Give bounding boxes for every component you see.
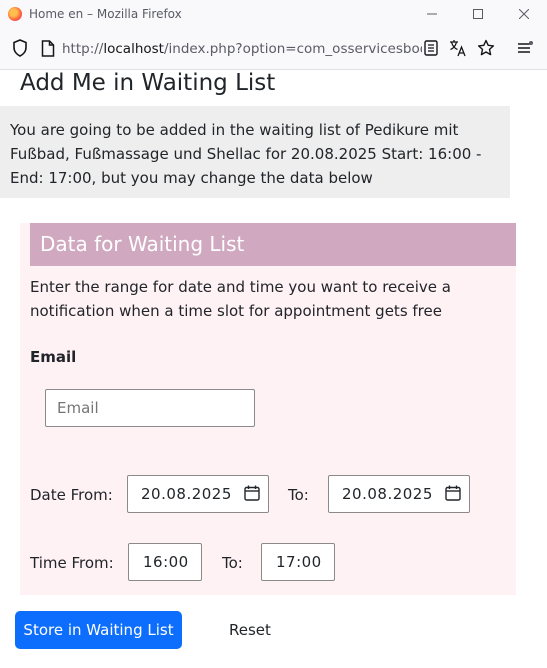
reset-button[interactable]: Reset	[229, 611, 271, 649]
translate-icon[interactable]	[448, 38, 468, 58]
menu-hamburger-icon[interactable]	[515, 38, 535, 58]
time-from-value: 16:00	[143, 553, 189, 571]
calendar-icon[interactable]	[445, 485, 461, 501]
window-controls	[409, 0, 547, 27]
minimize-button[interactable]	[409, 0, 455, 27]
time-from-label: Time From:	[30, 554, 114, 572]
page-info-icon[interactable]	[38, 38, 58, 58]
close-icon	[519, 8, 529, 19]
minimize-icon	[427, 13, 437, 14]
email-input[interactable]: Email	[45, 389, 255, 427]
url-host: localhost	[103, 41, 164, 57]
reader-view-icon[interactable]	[421, 38, 441, 58]
time-to-value: 17:00	[276, 553, 322, 571]
email-label: Email	[30, 348, 77, 366]
time-to-label: To:	[222, 554, 243, 572]
time-from-input[interactable]: 16:00	[128, 543, 202, 581]
window-titlebar: Home en – Mozilla Firefox	[0, 0, 547, 27]
calendar-icon[interactable]	[244, 485, 260, 501]
section-title: Data for Waiting List	[30, 223, 516, 266]
page-title: Add Me in Waiting List	[20, 70, 276, 96]
maximize-icon	[473, 8, 483, 19]
address-bar[interactable]: http://localhost/index.php?option=com_os…	[62, 39, 422, 59]
navigation-toolbar: http://localhost/index.php?option=com_os…	[0, 27, 547, 70]
date-to-label: To:	[288, 486, 309, 504]
waiting-list-form-panel: Data for Waiting List Enter the range fo…	[20, 223, 516, 595]
section-description: Enter the range for date and time you wa…	[30, 278, 451, 320]
date-from-input[interactable]: 20.08.2025	[127, 475, 269, 513]
firefox-logo-icon	[8, 6, 22, 21]
bookmark-star-icon[interactable]	[476, 38, 496, 58]
store-in-waiting-list-button[interactable]: Store in Waiting List	[15, 611, 182, 649]
date-from-value: 20.08.2025	[141, 485, 232, 503]
waiting-list-notice: You are going to be added in the waiting…	[0, 106, 510, 198]
date-to-input[interactable]: 20.08.2025	[328, 475, 470, 513]
time-to-input[interactable]: 17:00	[261, 543, 335, 581]
url-path: /index.php?option=com_osservicesbookin	[163, 41, 422, 57]
window-title: Home en – Mozilla Firefox	[29, 6, 182, 21]
maximize-button[interactable]	[455, 0, 501, 27]
url-prefix: http://	[62, 41, 104, 57]
close-window-button[interactable]	[501, 0, 547, 27]
tracking-protection-shield-icon[interactable]	[10, 38, 30, 58]
date-from-label: Date From:	[30, 486, 113, 504]
date-to-value: 20.08.2025	[342, 485, 433, 503]
